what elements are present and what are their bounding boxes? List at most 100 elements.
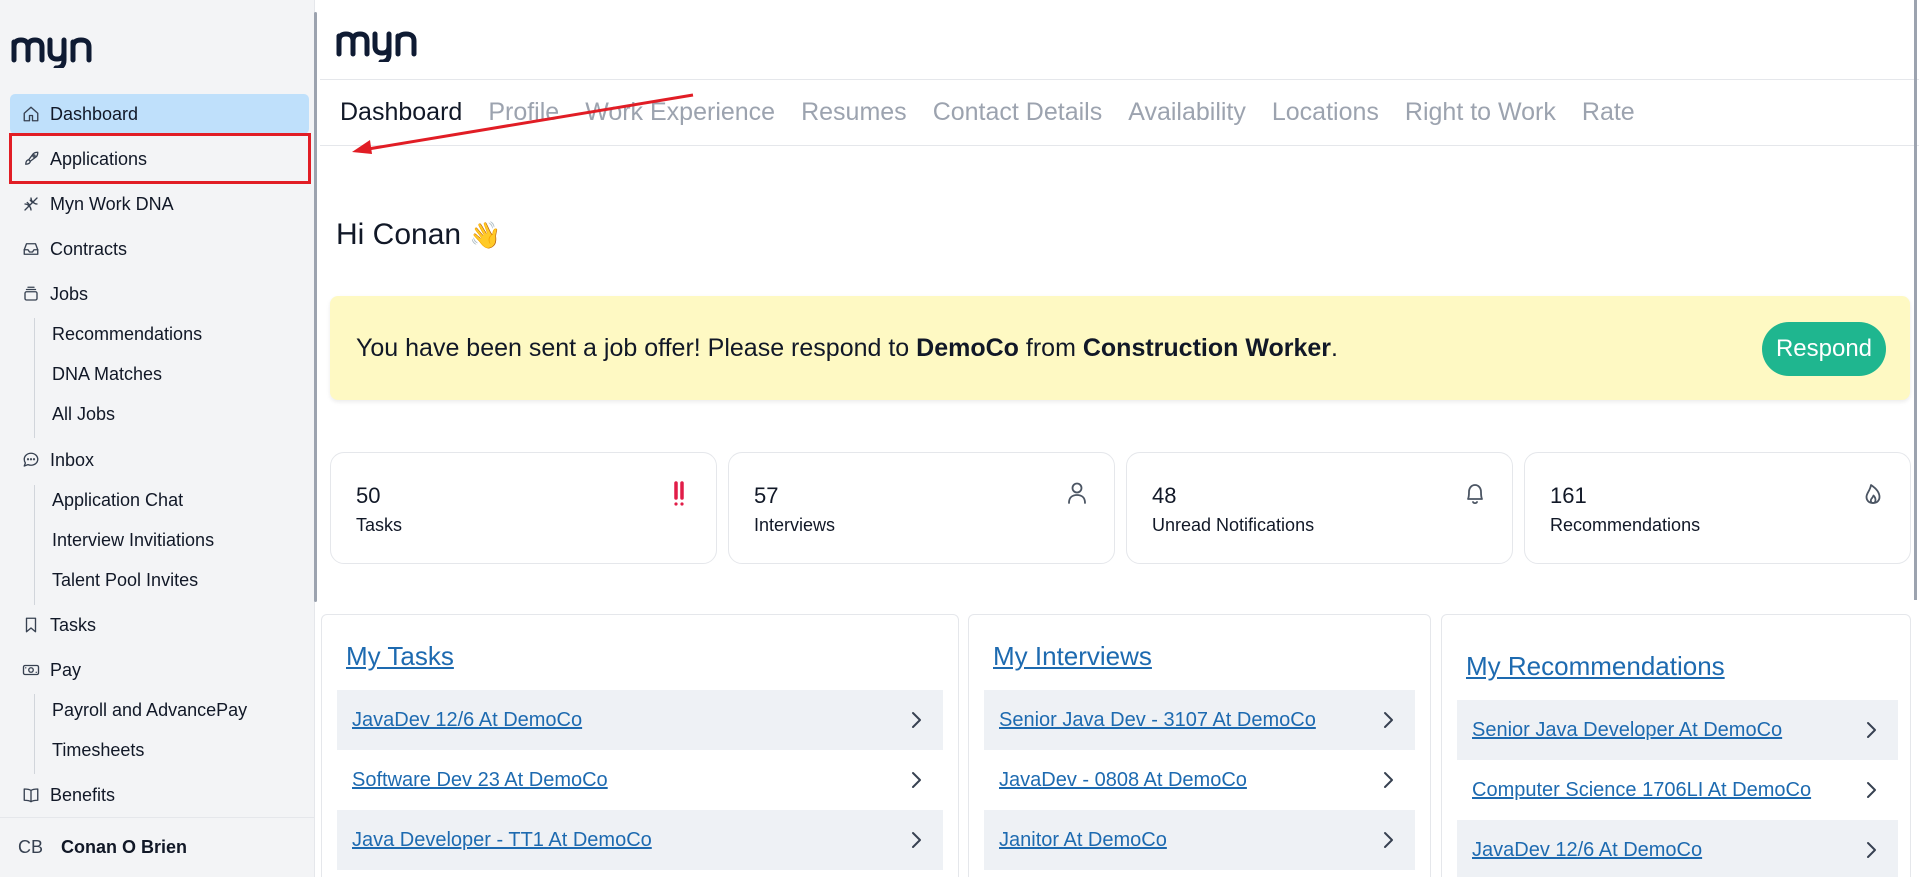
stat-value: 50 <box>356 483 381 508</box>
inbox-sub-rail <box>34 485 35 605</box>
sidebar-subitem-payroll-advancepay[interactable]: Payroll and AdvancePay <box>52 695 247 725</box>
list-item[interactable]: JavaDev 12/6 At DemoCo <box>337 690 943 750</box>
chevron-right-icon <box>1381 830 1395 850</box>
greeting: Hi Conan 👋 <box>336 218 501 252</box>
list-item-link[interactable]: Computer Science 1706LI At DemoCo <box>1472 779 1811 802</box>
dna-icon <box>21 194 41 214</box>
stat-card-notifications[interactable]: 48 Unread Notifications <box>1126 452 1513 564</box>
list-item[interactable]: Java Developer - TT1 At DemoCo <box>337 810 943 870</box>
sidebar-subitem-application-chat[interactable]: Application Chat <box>52 485 183 515</box>
respond-button[interactable]: Respond <box>1762 322 1886 376</box>
flame-icon <box>1862 481 1884 507</box>
sidebar-item-label: Benefits <box>50 784 116 805</box>
list-item-link[interactable]: Senior Java Developer At DemoCo <box>1472 719 1782 742</box>
chevron-right-icon <box>1381 710 1395 730</box>
list-item-link[interactable]: JavaDev - 0808 At DemoCo <box>999 769 1247 792</box>
annotation-arrow <box>352 93 694 154</box>
sidebar-item-dashboard[interactable]: Dashboard <box>10 94 309 134</box>
sidebar-item-label: Inbox <box>50 449 95 470</box>
sidebar-item-tasks[interactable]: Tasks <box>10 605 309 645</box>
sidebar-subitem-dna-matches[interactable]: DNA Matches <box>52 359 162 389</box>
job-offer-banner: You have been sent a job offer! Please r… <box>330 296 1910 400</box>
bell-icon <box>1464 481 1486 507</box>
avatar: CB <box>18 837 44 857</box>
sidebar-subitem-interview-invitations[interactable]: Interview Invitiations <box>52 525 214 555</box>
tab-right-to-work[interactable]: Right to Work <box>1405 98 1556 127</box>
inbox-tray-icon <box>21 239 41 259</box>
sidebar-item-label: Tasks <box>50 614 97 635</box>
tab-resumes[interactable]: Resumes <box>801 98 907 127</box>
sidebar-subitem-recommendations[interactable]: Recommendations <box>52 319 202 349</box>
my-recommendations-card: My Recommendations Senior Java Developer… <box>1441 614 1911 877</box>
chat-bubble-icon <box>21 450 41 470</box>
home-icon <box>21 104 41 124</box>
wave-emoji-icon: 👋 <box>469 220 502 250</box>
stat-label: Tasks <box>356 515 403 535</box>
sidebar-item-contracts[interactable]: Contracts <box>10 229 309 269</box>
sidebar: Dashboard Applications Myn Work DNA Cont… <box>0 0 315 877</box>
list-item-link[interactable]: Senior Java Dev - 3107 At DemoCo <box>999 709 1316 732</box>
jobs-sub-rail <box>34 318 35 438</box>
person-icon <box>1066 481 1088 507</box>
list-item[interactable]: Senior Java Dev - 3107 At DemoCo <box>984 690 1415 750</box>
tab-availability[interactable]: Availability <box>1128 98 1246 127</box>
stat-label: Unread Notifications <box>1152 515 1315 535</box>
chevron-right-icon <box>1864 720 1878 740</box>
user-menu[interactable]: CB Conan O Brien <box>0 817 315 877</box>
myn-logo[interactable] <box>336 20 426 67</box>
stack-icon <box>21 284 41 304</box>
list-item[interactable]: Software Dev 23 At DemoCo <box>337 750 943 810</box>
chevron-right-icon <box>909 830 923 850</box>
top-bar <box>320 0 1919 80</box>
book-icon <box>21 785 41 805</box>
offer-company: DemoCo <box>916 333 1019 362</box>
sidebar-subitem-talent-pool-invites[interactable]: Talent Pool Invites <box>52 565 198 595</box>
sidebar-item-benefits[interactable]: Benefits <box>10 775 309 815</box>
tab-locations[interactable]: Locations <box>1272 98 1379 127</box>
chevron-right-icon <box>909 770 923 790</box>
stat-card-tasks[interactable]: 50 Tasks <box>330 452 717 564</box>
sidebar-scrollbar[interactable] <box>314 12 317 602</box>
list-item[interactable]: JavaDev - 0808 At DemoCo <box>984 750 1415 810</box>
myn-logo[interactable] <box>11 26 101 68</box>
double-exclamation-icon <box>668 481 690 507</box>
chevron-right-icon <box>1381 770 1395 790</box>
list-item[interactable]: Janitor At DemoCo <box>984 810 1415 870</box>
list-item-link[interactable]: JavaDev 12/6 At DemoCo <box>1472 839 1702 862</box>
pay-sub-rail <box>34 694 35 774</box>
my-interviews-title[interactable]: My Interviews <box>993 641 1152 672</box>
sidebar-item-inbox[interactable]: Inbox <box>10 440 309 480</box>
sidebar-item-label: Pay <box>50 659 82 680</box>
my-recommendations-title[interactable]: My Recommendations <box>1466 651 1725 682</box>
list-item-link[interactable]: Janitor At DemoCo <box>999 829 1167 852</box>
tab-rate[interactable]: Rate <box>1582 98 1635 127</box>
my-tasks-title[interactable]: My Tasks <box>346 641 454 672</box>
main-scrollbar[interactable] <box>1914 0 1917 600</box>
chevron-right-icon <box>909 710 923 730</box>
offer-middle: from <box>1018 333 1083 362</box>
sidebar-item-myn-work-dna[interactable]: Myn Work DNA <box>10 184 309 224</box>
user-name: Conan O Brien <box>61 837 188 857</box>
list-item[interactable]: Senior Java Developer At DemoCo <box>1457 700 1898 760</box>
cash-icon <box>21 660 41 680</box>
list-item[interactable]: JavaDev 12/6 At DemoCo <box>1457 820 1898 877</box>
list-item[interactable]: Computer Science 1706LI At DemoCo <box>1457 760 1898 820</box>
chevron-right-icon <box>1864 780 1878 800</box>
sidebar-subitem-timesheets[interactable]: Timesheets <box>52 735 144 765</box>
offer-suffix: . <box>1331 333 1338 362</box>
stat-label: Interviews <box>754 515 836 535</box>
stat-card-recommendations[interactable]: 161 Recommendations <box>1524 452 1911 564</box>
list-item-link[interactable]: Software Dev 23 At DemoCo <box>352 769 608 792</box>
sidebar-subitem-all-jobs[interactable]: All Jobs <box>52 399 115 429</box>
offer-role: Construction Worker <box>1082 333 1332 362</box>
offer-message: You have been sent a job offer! Please r… <box>356 334 1338 363</box>
sidebar-item-pay[interactable]: Pay <box>10 650 309 690</box>
sidebar-item-jobs[interactable]: Jobs <box>10 274 309 314</box>
list-item-link[interactable]: Java Developer - TT1 At DemoCo <box>352 829 652 852</box>
sidebar-item-label: Jobs <box>50 283 89 304</box>
tab-contact-details[interactable]: Contact Details <box>933 98 1103 127</box>
list-item-link[interactable]: JavaDev 12/6 At DemoCo <box>352 709 582 732</box>
annotation-highlight-box <box>9 133 311 184</box>
stat-card-interviews[interactable]: 57 Interviews <box>728 452 1115 564</box>
greeting-text: Hi Conan <box>336 218 462 251</box>
